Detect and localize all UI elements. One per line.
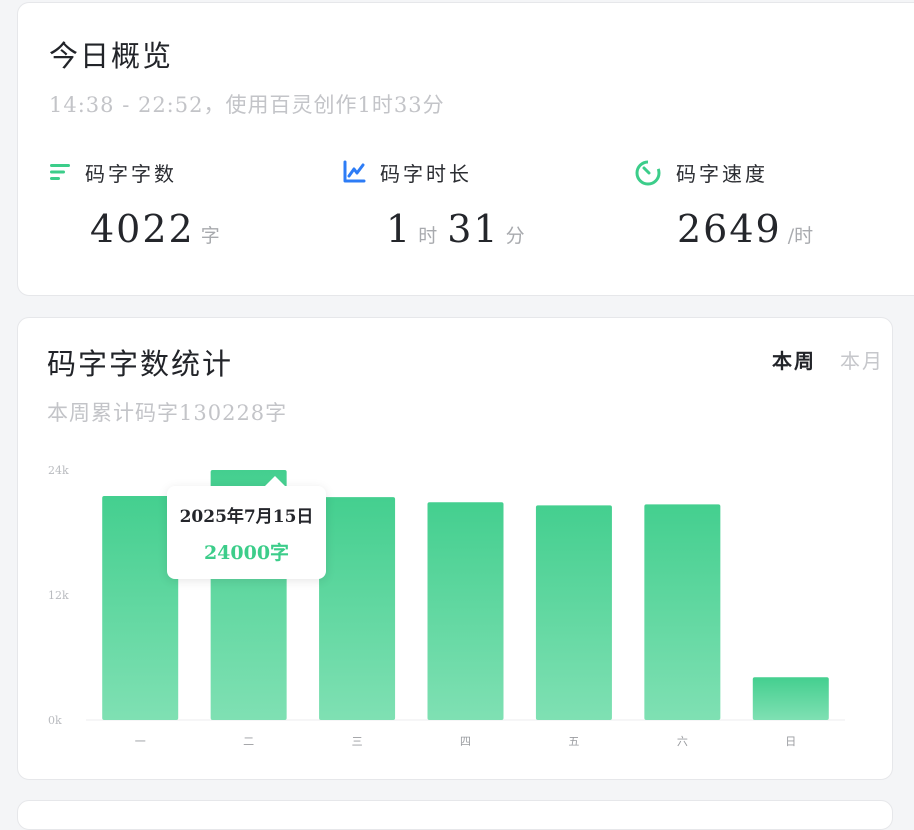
y-tick-label: 12k	[48, 589, 69, 602]
y-tick-label: 24k	[48, 464, 69, 477]
bar-五[interactable]	[535, 505, 612, 720]
x-tick-label: 三	[352, 735, 363, 748]
x-tick-label: 五	[568, 735, 579, 748]
bar-四[interactable]	[427, 502, 504, 720]
word-count-bar-chart: 0k 12k 24k 一 二 三 四 五 六 日	[48, 464, 845, 748]
x-tick-label: 四	[460, 735, 471, 748]
tooltip-value: 24000字	[203, 542, 290, 564]
bar-三[interactable]	[319, 497, 396, 720]
bar-日[interactable]	[752, 677, 829, 720]
x-tick-label: 日	[785, 735, 796, 748]
bar-tooltip: 2025年7月15日 24000字	[167, 476, 326, 579]
next-card	[17, 800, 893, 830]
x-tick-label: 六	[677, 735, 688, 748]
y-tick-label: 0k	[48, 714, 62, 727]
x-tick-label: 一	[135, 735, 146, 748]
x-tick-label: 二	[243, 735, 254, 748]
tooltip-date: 2025年7月15日	[179, 507, 314, 527]
bar-六[interactable]	[644, 504, 721, 720]
